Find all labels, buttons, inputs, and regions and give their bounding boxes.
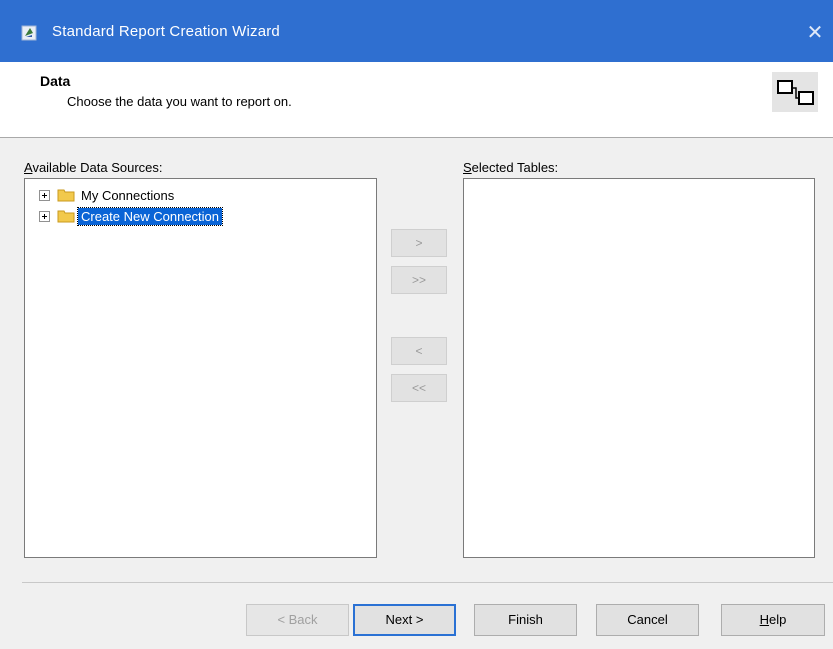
tree-item-my-connections[interactable]: My Connections [39, 186, 177, 204]
help-button[interactable]: Help [721, 604, 825, 636]
footer-divider [22, 582, 833, 583]
step-title: Data [40, 73, 71, 89]
folder-icon [57, 189, 75, 202]
expand-icon[interactable] [39, 189, 50, 201]
wizard-header: Data Choose the data you want to report … [0, 62, 833, 138]
remove-all-button[interactable]: << [391, 374, 447, 402]
tree-item-label: Create New Connection [76, 206, 224, 226]
next-button[interactable]: Next > [353, 604, 456, 636]
remove-button[interactable]: < [391, 337, 447, 365]
window-title: Standard Report Creation Wizard [52, 23, 280, 40]
expand-icon[interactable] [39, 210, 50, 222]
cancel-button[interactable]: Cancel [596, 604, 699, 636]
table-link-icon [772, 72, 818, 112]
tree-item-label: My Connections [81, 187, 175, 203]
step-subtitle: Choose the data you want to report on. [67, 94, 292, 109]
close-button[interactable]: ✕ [797, 14, 833, 52]
available-sources-tree[interactable]: My Connections Create New Connection [24, 178, 377, 558]
back-button[interactable]: < Back [246, 604, 349, 636]
wizard-icon [21, 25, 37, 41]
selected-tables-label: Selected Tables: [463, 160, 559, 175]
available-sources-label: Available Data Sources: [24, 160, 163, 175]
selected-tables-list[interactable] [463, 178, 815, 558]
tree-item-create-new-connection[interactable]: Create New Connection [39, 206, 224, 226]
title-bar: Standard Report Creation Wizard ✕ [0, 0, 833, 62]
add-all-button[interactable]: >> [391, 266, 447, 294]
finish-button[interactable]: Finish [474, 604, 577, 636]
add-button[interactable]: > [391, 229, 447, 257]
folder-icon [57, 210, 75, 223]
